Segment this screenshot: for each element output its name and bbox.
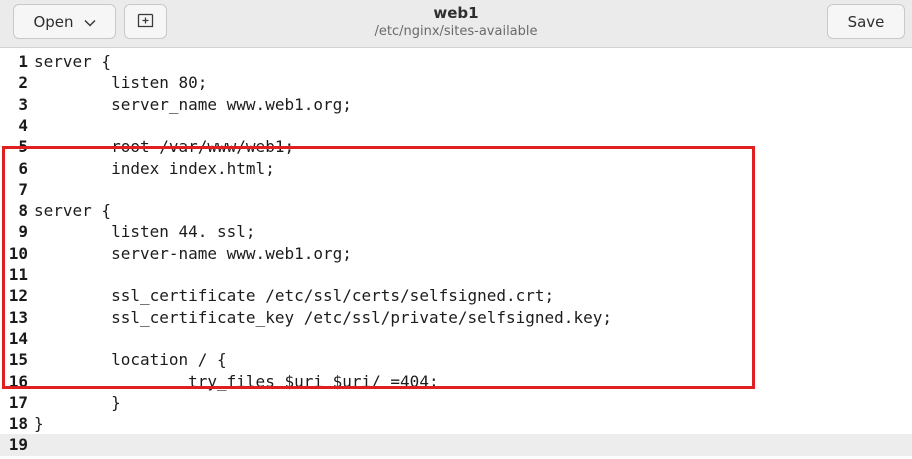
code-text[interactable]: try_files $uri $uri/ =404;	[34, 371, 438, 392]
code-line[interactable]: 19	[0, 434, 912, 456]
code-text[interactable]: ssl_certificate_key /etc/ssl/private/sel…	[34, 307, 612, 328]
code-text[interactable]: ssl_certificate /etc/ssl/certs/selfsigne…	[34, 285, 554, 306]
code-text[interactable]: location / {	[34, 349, 227, 370]
code-line[interactable]: 1 server {	[0, 51, 912, 72]
code-line[interactable]: 11	[0, 264, 912, 285]
line-number: 5	[18, 137, 28, 157]
code-line[interactable]: 8 server {	[0, 200, 912, 221]
line-number: 14	[8, 328, 28, 348]
code-text[interactable]: server_name www.web1.org;	[34, 94, 352, 115]
code-line[interactable]: 12 ssl_certificate /etc/ssl/certs/selfsi…	[0, 285, 912, 306]
code-text[interactable]: listen 44. ssl;	[34, 221, 256, 242]
line-number: 6	[18, 158, 28, 178]
code-line[interactable]: 10 server-name www.web1.org;	[0, 243, 912, 264]
code-text[interactable]: server {	[34, 200, 111, 221]
code-text[interactable]: server {	[34, 51, 111, 72]
line-number: 9	[18, 222, 28, 242]
code-line[interactable]: 6 index index.html;	[0, 158, 912, 179]
line-number: 3	[18, 94, 28, 114]
open-button-label: Open	[33, 12, 74, 31]
header-bar: Open web1 /etc/nginx/sites-available Sav…	[0, 0, 912, 48]
line-number: 7	[18, 179, 28, 199]
line-number: 4	[18, 115, 28, 135]
code-line[interactable]: 14	[0, 328, 912, 349]
line-number: 8	[18, 201, 28, 221]
line-number: 2	[18, 73, 28, 93]
new-tab-button[interactable]	[124, 4, 167, 39]
code-text[interactable]: server-name www.web1.org;	[34, 243, 352, 264]
text-editor-window: Open web1 /etc/nginx/sites-available Sav…	[0, 0, 912, 459]
line-number: 1	[18, 52, 28, 71]
code-line[interactable]: 5 root /var/www/web1;	[0, 136, 912, 157]
new-tab-icon	[137, 11, 154, 32]
code-line[interactable]: 9 listen 44. ssl;	[0, 221, 912, 242]
code-line[interactable]: 4	[0, 115, 912, 136]
save-button[interactable]: Save	[827, 4, 905, 39]
line-number: 16	[8, 371, 28, 391]
code-text[interactable]: root /var/www/web1;	[34, 136, 294, 157]
code-line[interactable]: 15 location / {	[0, 349, 912, 370]
chevron-down-icon	[84, 13, 96, 31]
line-number: 19	[8, 435, 28, 455]
line-number: 15	[8, 350, 28, 370]
line-number: 10	[8, 243, 28, 263]
line-number: 18	[8, 414, 28, 434]
code-text[interactable]: index index.html;	[34, 158, 275, 179]
line-number: 13	[8, 307, 28, 327]
code-line[interactable]: 16 try_files $uri $uri/ =404;	[0, 371, 912, 392]
code-text[interactable]: }	[34, 392, 121, 413]
code-line[interactable]: 13 ssl_certificate_key /etc/ssl/private/…	[0, 307, 912, 328]
open-button[interactable]: Open	[13, 4, 116, 39]
code-line[interactable]: 17 }	[0, 392, 912, 413]
code-line[interactable]: 18}	[0, 413, 912, 434]
code-editor[interactable]: 1 server {2 listen 80; 3 server_name www.w…	[0, 50, 912, 459]
line-number: 12	[8, 286, 28, 306]
line-number: 11	[8, 265, 28, 284]
code-text[interactable]: listen 80;	[34, 72, 207, 93]
code-line[interactable]: 3 server_name www.web1.org;	[0, 94, 912, 115]
line-number: 17	[8, 392, 28, 412]
code-line[interactable]: 7	[0, 179, 912, 200]
code-line[interactable]: 2 listen 80;	[0, 72, 912, 93]
code-text[interactable]: }	[34, 413, 44, 434]
